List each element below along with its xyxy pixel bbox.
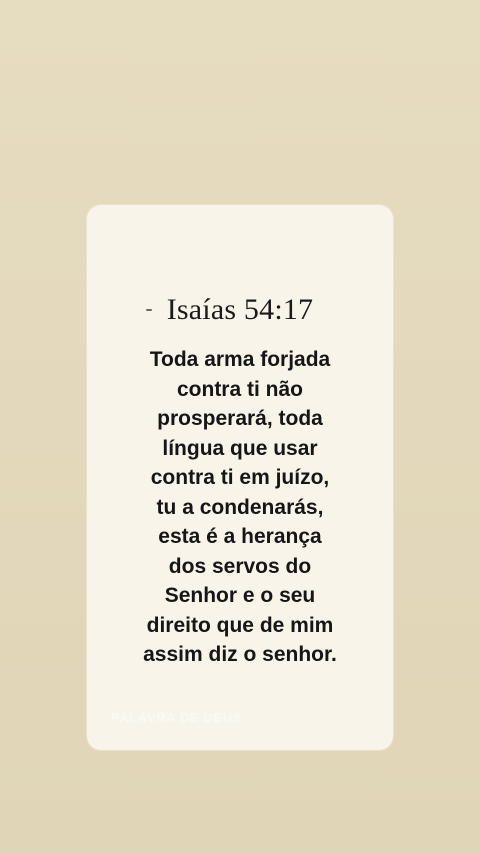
verse-card: Isaías 54:17 Toda arma forjada contra ti… — [87, 205, 393, 750]
screen: { "card": { "reference": "Isaías 54:17",… — [0, 0, 480, 854]
verse-line: assim diz o senhor. — [143, 643, 337, 666]
verse-text: Toda arma forjada contra ti não prospera… — [107, 345, 373, 670]
verse-line: tu a condenarás, — [156, 495, 324, 519]
verse-line: contra ti não — [176, 377, 303, 401]
verse-line: direito que de mim — [146, 613, 334, 637]
verse-line: esta é a herança — [158, 525, 322, 548]
verse-line: Senhor e o seu — [164, 584, 316, 607]
verse-line: dos servos do — [168, 554, 312, 578]
verse-line: Toda arma forjada — [149, 348, 331, 371]
watermark: PALAVRA DE DEUS — [111, 710, 242, 725]
verse-reference: Isaías 54:17 — [166, 293, 314, 326]
verse-line: língua que usar — [162, 436, 318, 460]
verse-line: contra ti em juízo, — [150, 466, 330, 489]
verse-line: prosperará, toda — [157, 407, 323, 430]
